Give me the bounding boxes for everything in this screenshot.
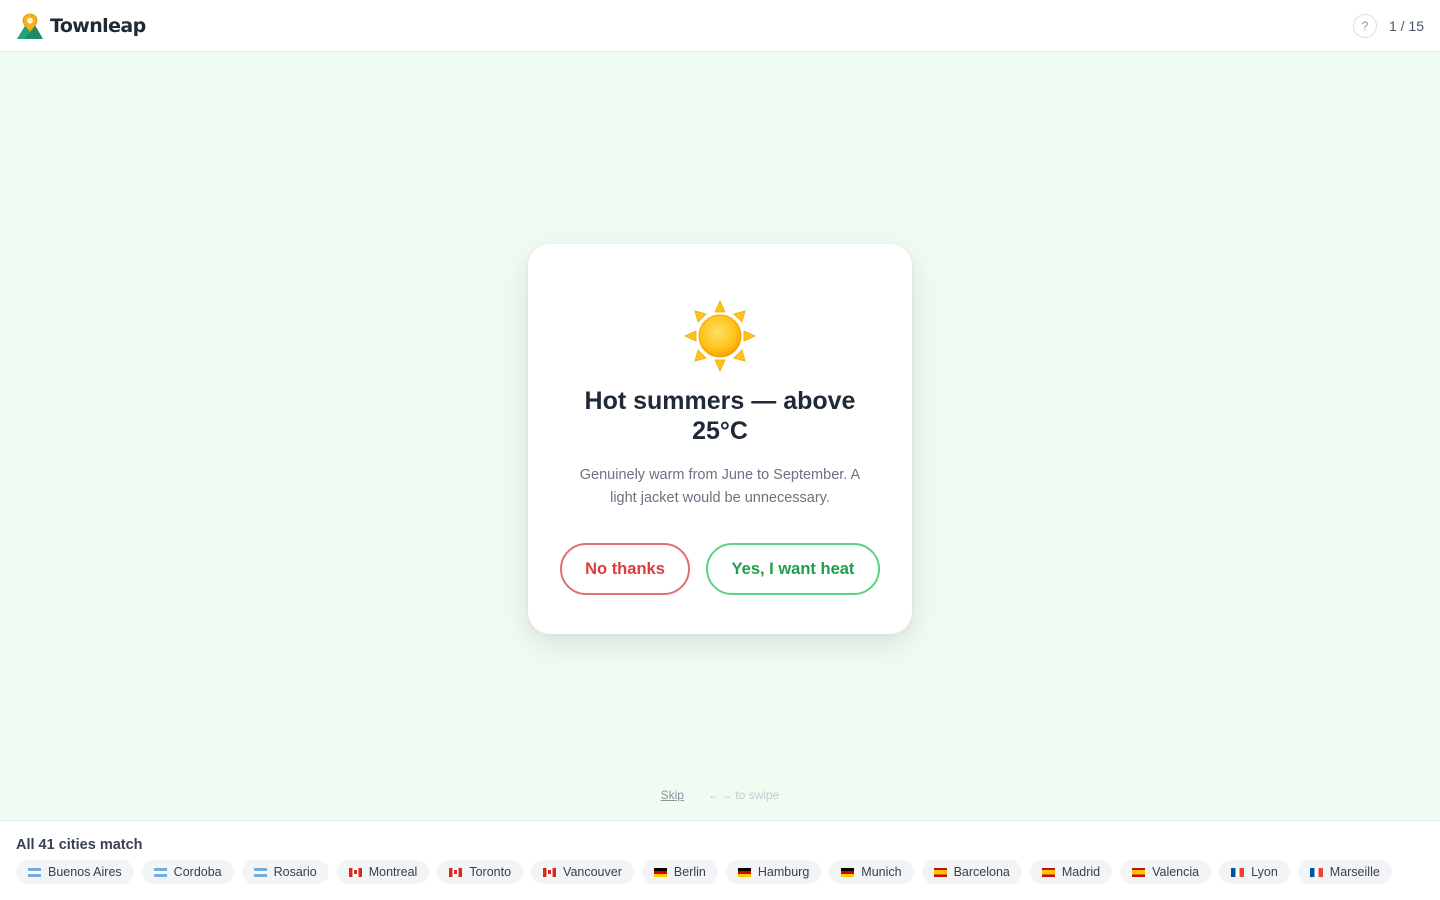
skip-link[interactable]: Skip <box>661 788 684 802</box>
question-title: Hot summers — above 25°C <box>584 387 856 445</box>
canada-flag-icon <box>449 867 463 877</box>
france-flag-icon <box>1309 867 1323 877</box>
city-name: Berlin <box>673 865 706 879</box>
city-name: Barcelona <box>953 865 1010 879</box>
city-chip[interactable]: Montreal <box>336 860 430 884</box>
navigation-hint: Skip ←→ to swipe <box>0 788 1440 802</box>
argentina-flag-icon <box>253 867 267 877</box>
city-name: Lyon <box>1251 865 1278 879</box>
city-chip[interactable]: Rosario <box>241 860 329 884</box>
help-button[interactable]: ? <box>1352 13 1377 38</box>
city-chip[interactable]: Lyon <box>1219 860 1290 884</box>
matches-panel: All 41 cities match Buenos Aires Cordoba… <box>0 820 1440 900</box>
spain-flag-icon <box>933 867 947 877</box>
argentina-flag-icon <box>153 867 167 877</box>
germany-flag-icon <box>653 867 667 877</box>
argentina-flag-icon <box>28 867 41 877</box>
answer-actions: No thanks Yes, I want heat <box>560 543 880 595</box>
germany-flag-icon <box>737 867 751 877</box>
header-right: ? 1 / 15 <box>1352 13 1424 38</box>
progress-counter: 1 / 15 <box>1388 17 1424 34</box>
city-name: Vancouver <box>563 865 622 879</box>
canada-flag-icon <box>543 867 557 877</box>
city-chip[interactable]: Munich <box>829 860 914 884</box>
swipe-hint: ←→ to swipe <box>707 788 780 802</box>
city-name: Munich <box>861 865 902 879</box>
canada-flag-icon <box>348 867 362 877</box>
sun-icon <box>684 300 756 372</box>
city-chip[interactable]: Madrid <box>1029 860 1113 884</box>
brand[interactable]: Townleap <box>16 12 146 40</box>
city-name: Buenos Aires <box>48 865 122 879</box>
spain-flag-icon <box>1041 867 1055 877</box>
city-chip[interactable]: Vancouver <box>531 860 634 884</box>
city-chip-list: Buenos Aires Cordoba Rosario Montreal To… <box>16 860 1424 884</box>
no-thanks-button[interactable]: No thanks <box>560 543 690 595</box>
city-name: Madrid <box>1061 865 1101 879</box>
city-name: Toronto <box>469 865 512 879</box>
spain-flag-icon <box>1132 867 1146 877</box>
city-name: Valencia <box>1152 865 1200 879</box>
brand-name: Townleap <box>50 14 146 37</box>
city-chip[interactable]: Hamburg <box>725 860 822 884</box>
match-count-label: All 41 cities match <box>16 837 143 853</box>
city-chip[interactable]: Buenos Aires <box>16 860 134 884</box>
city-chip[interactable]: Valencia <box>1120 860 1212 884</box>
city-chip[interactable]: Marseille <box>1297 860 1392 884</box>
city-name: Montreal <box>368 865 418 879</box>
city-chip[interactable]: Toronto <box>437 860 524 884</box>
france-flag-icon <box>1231 867 1245 877</box>
city-chip[interactable]: Cordoba <box>141 860 234 884</box>
city-name: Rosario <box>273 865 317 879</box>
city-name: Cordoba <box>173 865 222 879</box>
city-chip[interactable]: Barcelona <box>921 860 1022 884</box>
germany-flag-icon <box>841 867 855 877</box>
map-pin-logo-icon <box>17 13 43 39</box>
city-chip[interactable]: Berlin <box>641 860 718 884</box>
yes-want-heat-button[interactable]: Yes, I want heat <box>706 543 880 595</box>
top-header: Townleap ? 1 / 15 <box>0 0 1440 52</box>
question-description: Genuinely warm from June to September. A… <box>579 467 861 506</box>
city-name: Marseille <box>1329 865 1380 879</box>
city-name: Hamburg <box>757 865 810 879</box>
question-card[interactable]: Hot summers — above 25°C Genuinely warm … <box>528 244 912 634</box>
